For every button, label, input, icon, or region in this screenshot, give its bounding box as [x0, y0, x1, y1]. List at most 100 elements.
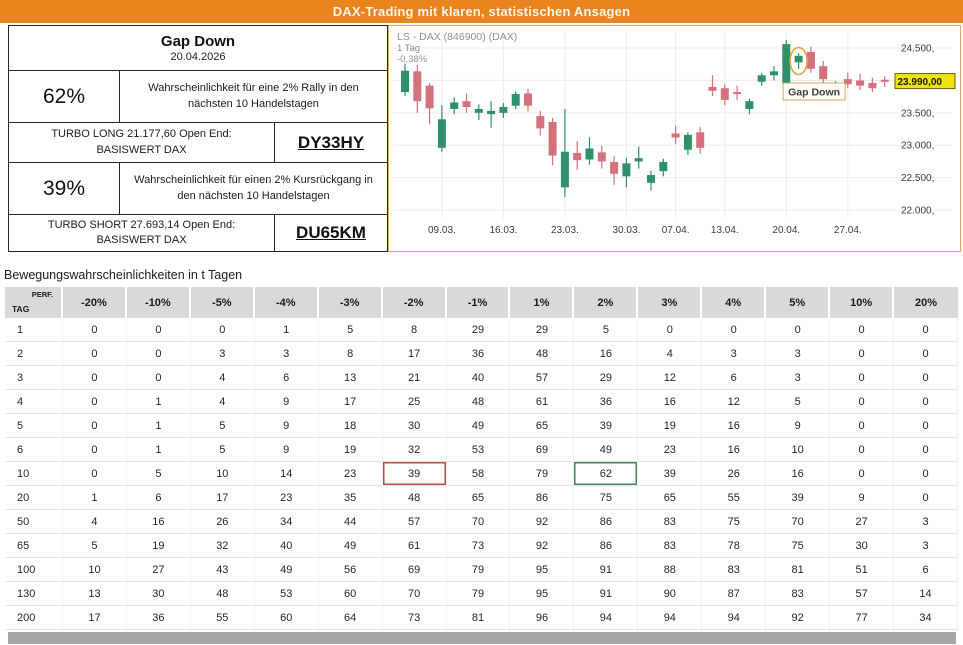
value-cell-200--20%: 17: [63, 606, 127, 630]
candle-body: [598, 152, 606, 161]
candle-body: [499, 107, 507, 113]
table-row-tag-4: 4014917254861361612500: [5, 390, 958, 414]
value-cell-1-5%: 0: [766, 318, 830, 342]
value-cell-5--20%: 0: [63, 414, 127, 438]
x-axis-label-16.03.: 16.03.: [489, 225, 517, 236]
horizontal-scrollbar-track[interactable]: [0, 631, 963, 645]
value-cell-2-20%: 0: [894, 342, 958, 366]
value-cell-4-1%: 61: [510, 390, 574, 414]
value-cell-5--1%: 49: [447, 414, 511, 438]
value-cell-4--4%: 9: [255, 390, 319, 414]
candle-4: [450, 97, 458, 114]
value-cell-10--20%: 0: [63, 462, 127, 486]
value-cell-10--5%: 10: [191, 462, 255, 486]
value-cell-65-10%: 30: [830, 534, 894, 558]
table-row-tag-1: 10001582929500000: [5, 318, 958, 342]
column-header--4%: -4%: [255, 287, 319, 318]
candle-body: [696, 132, 704, 148]
value-cell-50--2%: 57: [383, 510, 447, 534]
candle-30: [770, 66, 778, 80]
value-cell-5--10%: 1: [127, 414, 191, 438]
value-cell-200--2%: 73: [383, 606, 447, 630]
value-cell-10-2%: 62: [574, 462, 638, 486]
column-header-10%: 10%: [830, 287, 894, 318]
value-cell-65--4%: 40: [255, 534, 319, 558]
candle-body: [745, 101, 753, 109]
candle-body: [524, 93, 532, 105]
candle-body: [659, 162, 667, 171]
candle-body: [536, 116, 544, 128]
value-cell-50--20%: 4: [63, 510, 127, 534]
value-cell-2-4%: 3: [702, 342, 766, 366]
candle-19: [635, 147, 643, 169]
column-header-1%: 1%: [510, 287, 574, 318]
candle-7: [487, 101, 495, 128]
turbo-short-code-link[interactable]: DU65KM: [274, 215, 387, 251]
value-cell-3-5%: 3: [766, 366, 830, 390]
value-cell-20-2%: 75: [574, 486, 638, 510]
value-cell-3--10%: 0: [127, 366, 191, 390]
candle-37: [856, 74, 864, 90]
candlestick-chart[interactable]: 24.500,23.500,23.000,22.500,22.000,09.03…: [388, 25, 961, 252]
value-cell-6-10%: 0: [830, 438, 894, 462]
value-cell-130--3%: 60: [319, 582, 383, 606]
value-cell-130--4%: 53: [255, 582, 319, 606]
value-cell-5-20%: 0: [894, 414, 958, 438]
value-cell-1-2%: 5: [574, 318, 638, 342]
value-cell-5--5%: 5: [191, 414, 255, 438]
value-cell-1--3%: 5: [319, 318, 383, 342]
value-cell-50-20%: 3: [894, 510, 958, 534]
column-header--20%: -20%: [63, 287, 127, 318]
value-cell-5-5%: 9: [766, 414, 830, 438]
corner-tag-label: TAG: [12, 304, 29, 314]
value-cell-5--2%: 30: [383, 414, 447, 438]
value-cell-200-3%: 94: [638, 606, 702, 630]
value-cell-50-3%: 83: [638, 510, 702, 534]
value-cell-2--2%: 17: [383, 342, 447, 366]
value-cell-100--2%: 69: [383, 558, 447, 582]
candle-18: [622, 158, 630, 187]
table-row-tag-5: 5015918304965391916900: [5, 414, 958, 438]
candle-0: [401, 64, 409, 96]
value-cell-2--1%: 36: [447, 342, 511, 366]
x-axis-label-27.04.: 27.04.: [834, 225, 862, 236]
value-cell-3-1%: 57: [510, 366, 574, 390]
candle-body: [622, 163, 630, 176]
chart-title: LS - DAX (846900) (DAX): [397, 31, 517, 43]
candle-body: [512, 94, 520, 106]
value-cell-50-10%: 27: [830, 510, 894, 534]
rally-probability: 62%: [9, 71, 119, 122]
value-cell-3--20%: 0: [63, 366, 127, 390]
tag-cell: 10: [5, 462, 63, 486]
value-cell-3-2%: 29: [574, 366, 638, 390]
value-cell-5-10%: 0: [830, 414, 894, 438]
value-cell-50-5%: 70: [766, 510, 830, 534]
value-cell-4--2%: 25: [383, 390, 447, 414]
value-cell-200-5%: 92: [766, 606, 830, 630]
value-cell-200--4%: 60: [255, 606, 319, 630]
value-cell-130-1%: 95: [510, 582, 574, 606]
turbo-short-line2: BASISWERT DAX: [96, 233, 186, 248]
turbo-long-code-link[interactable]: DY33HY: [274, 123, 387, 162]
value-cell-130--1%: 79: [447, 582, 511, 606]
column-header--3%: -3%: [319, 287, 383, 318]
candle-body: [475, 109, 483, 113]
value-cell-3--4%: 6: [255, 366, 319, 390]
value-cell-200-20%: 34: [894, 606, 958, 630]
value-cell-3--1%: 40: [447, 366, 511, 390]
value-cell-200-2%: 94: [574, 606, 638, 630]
value-cell-200-4%: 94: [702, 606, 766, 630]
horizontal-scrollbar-thumb[interactable]: [8, 632, 956, 644]
candle-3: [438, 105, 446, 152]
value-cell-100-20%: 6: [894, 558, 958, 582]
value-cell-5-2%: 39: [574, 414, 638, 438]
candle-39: [881, 77, 889, 87]
y-axis-label-24500: 24.500,: [901, 44, 934, 55]
value-cell-4-5%: 5: [766, 390, 830, 414]
candle-body: [733, 92, 741, 94]
value-cell-10-4%: 26: [702, 462, 766, 486]
value-cell-200-10%: 77: [830, 606, 894, 630]
value-cell-100--10%: 27: [127, 558, 191, 582]
value-cell-1--5%: 0: [191, 318, 255, 342]
candle-16: [598, 146, 606, 169]
